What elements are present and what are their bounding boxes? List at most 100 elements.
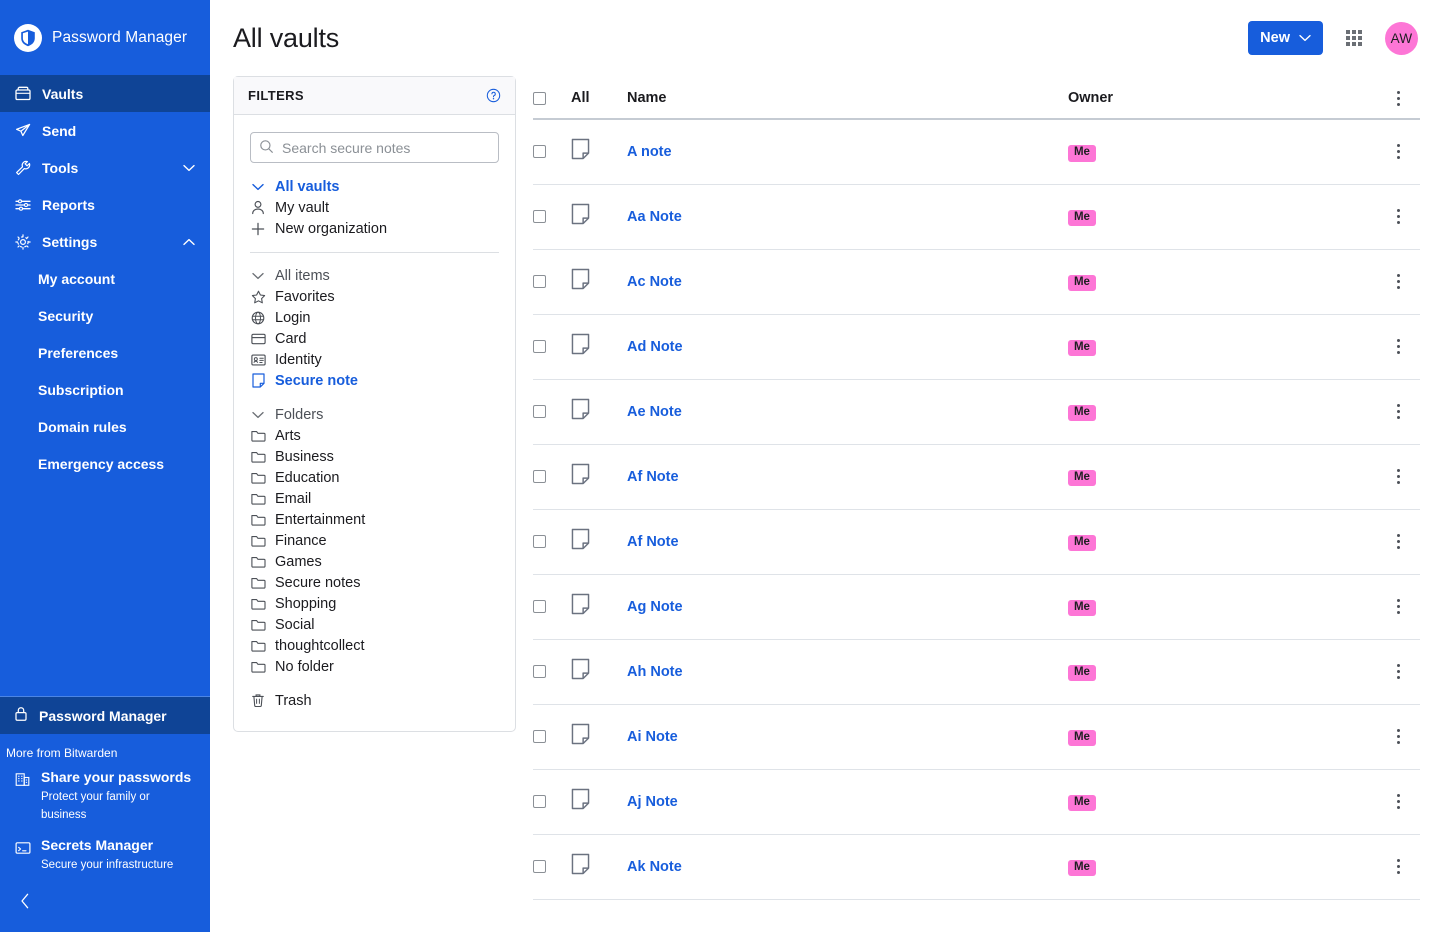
filter-folder-education[interactable]: Education [250,467,499,488]
table-row[interactable]: A note Me [533,119,1420,184]
item-name-link[interactable]: Aj Note [627,794,678,810]
table-row[interactable]: Af Note Me [533,444,1420,509]
filter-folders-header[interactable]: Folders [250,404,499,425]
filter-folder-thoughtcollect[interactable]: thoughtcollect [250,635,499,656]
vertical-dots-icon[interactable] [1378,404,1420,419]
row-options-cell [1378,119,1420,184]
table-row[interactable]: Aj Note Me [533,769,1420,834]
filter-folder-business[interactable]: Business [250,446,499,467]
sidebar-item-send[interactable]: Send [0,112,210,149]
row-checkbox[interactable] [533,600,546,613]
filter-folder-no-folder[interactable]: No folder [250,656,499,677]
row-checkbox[interactable] [533,275,546,288]
grid-apps-icon[interactable] [1346,30,1362,46]
vertical-dots-icon[interactable] [1378,664,1420,679]
filter-all-items[interactable]: All items [250,265,499,286]
table-row[interactable]: Ac Note Me [533,249,1420,314]
row-checkbox[interactable] [533,340,546,353]
filter-all-vaults[interactable]: All vaults [250,176,499,197]
table-row[interactable]: Ah Note Me [533,639,1420,704]
sidebar-item-settings[interactable]: Settings [0,223,210,260]
sidebar-item-my-account[interactable]: My account [0,260,210,297]
table-row[interactable]: Ai Note Me [533,704,1420,769]
item-name-link[interactable]: Ac Note [627,274,682,290]
avatar[interactable]: AW [1385,22,1418,55]
vertical-dots-icon[interactable] [1378,859,1420,874]
sidebar-item-subscription[interactable]: Subscription [0,371,210,408]
row-checkbox[interactable] [533,535,546,548]
sidebar-item-tools[interactable]: Tools [0,149,210,186]
item-name-link[interactable]: Ah Note [627,664,683,680]
filter-login[interactable]: Login [250,307,499,328]
vertical-dots-icon[interactable] [1378,209,1420,224]
filter-folder-shopping[interactable]: Shopping [250,593,499,614]
sidebar-item-vaults[interactable]: Vaults [0,75,210,112]
filter-folder-finance[interactable]: Finance [250,530,499,551]
item-name-link[interactable]: Af Note [627,469,679,485]
vertical-dots-icon[interactable] [1378,534,1420,549]
row-checkbox[interactable] [533,795,546,808]
item-name-link[interactable]: Ad Note [627,339,683,355]
item-name-link[interactable]: Ag Note [627,599,683,615]
table-row[interactable]: Af Note Me [533,509,1420,574]
filter-folder-secure-notes[interactable]: Secure notes [250,572,499,593]
vertical-dots-icon[interactable] [1378,469,1420,484]
table-row[interactable]: Ag Note Me [533,574,1420,639]
vertical-dots-icon[interactable] [1378,794,1420,809]
product-switcher-password-manager[interactable]: Password Manager [0,697,210,734]
vertical-dots-icon[interactable] [1378,339,1420,354]
vertical-dots-icon[interactable] [1378,599,1420,614]
sidebar-item-reports[interactable]: Reports [0,186,210,223]
sidebar-item-security[interactable]: Security [0,297,210,334]
vertical-dots-icon[interactable] [1378,91,1420,106]
row-checkbox[interactable] [533,145,546,158]
filter-secure-note[interactable]: Secure note [250,370,499,391]
row-checkbox[interactable] [533,860,546,873]
filter-identity[interactable]: Identity [250,349,499,370]
sidebar-collapse-button[interactable] [0,883,210,932]
sidebar-item-preferences[interactable]: Preferences [0,334,210,371]
vertical-dots-icon[interactable] [1378,274,1420,289]
search-input[interactable] [250,132,499,163]
sidebar-item-emergency-access[interactable]: Emergency access [0,445,210,482]
vertical-dots-icon[interactable] [1378,144,1420,159]
folder-icon [250,576,266,589]
table-row[interactable]: Aa Note Me [533,184,1420,249]
filter-my-vault[interactable]: My vault [250,197,499,218]
filter-folder-games[interactable]: Games [250,551,499,572]
question-circle-icon[interactable] [486,88,501,103]
item-name-link[interactable]: A note [627,144,672,160]
filter-favorites[interactable]: Favorites [250,286,499,307]
table-body: A note Me Aa Note Me [533,119,1420,899]
select-all-checkbox[interactable] [533,92,546,105]
filter-folder-entertainment[interactable]: Entertainment [250,509,499,530]
chevron-down-icon[interactable] [182,161,196,175]
filter-card[interactable]: Card [250,328,499,349]
filter-folder-email[interactable]: Email [250,488,499,509]
item-name-link[interactable]: Ae Note [627,404,682,420]
filter-label: Login [275,310,310,326]
brand[interactable]: Password Manager [0,0,210,75]
row-checkbox[interactable] [533,730,546,743]
table-row[interactable]: Ak Note Me [533,834,1420,899]
row-checkbox[interactable] [533,470,546,483]
item-name-link[interactable]: Ak Note [627,859,682,875]
row-checkbox[interactable] [533,210,546,223]
filter-folder-arts[interactable]: Arts [250,425,499,446]
promo-share-your-passwords[interactable]: Share your passwords Protect your family… [0,765,210,833]
row-checkbox[interactable] [533,405,546,418]
filter-folder-social[interactable]: Social [250,614,499,635]
filter-trash[interactable]: Trash [250,690,499,711]
item-name-link[interactable]: Af Note [627,534,679,550]
vertical-dots-icon[interactable] [1378,729,1420,744]
item-name-link[interactable]: Ai Note [627,729,678,745]
filter-new-organization[interactable]: New organization [250,218,499,239]
new-button[interactable]: New [1248,21,1323,55]
item-name-link[interactable]: Aa Note [627,209,682,225]
promo-secrets-manager[interactable]: Secrets Manager Secure your infrastructu… [0,833,210,883]
sidebar-item-domain-rules[interactable]: Domain rules [0,408,210,445]
table-row[interactable]: Ae Note Me [533,379,1420,444]
row-checkbox[interactable] [533,665,546,678]
chevron-up-icon[interactable] [182,235,196,249]
table-row[interactable]: Ad Note Me [533,314,1420,379]
